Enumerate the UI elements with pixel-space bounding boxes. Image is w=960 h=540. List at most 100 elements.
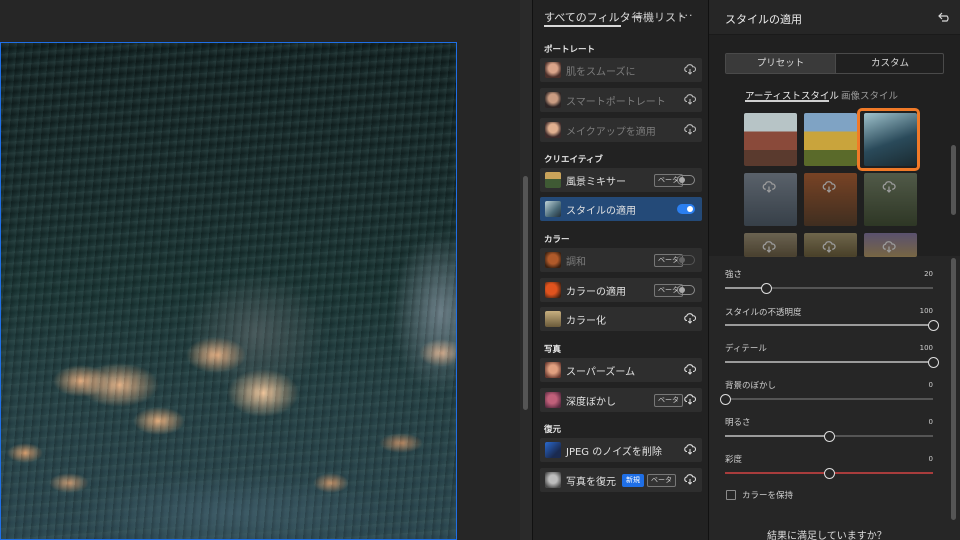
slider-knob-brightness[interactable] — [823, 430, 835, 442]
section-title-color: カラー — [544, 235, 570, 245]
subtab-image-style[interactable]: 画像スタイル — [841, 88, 898, 102]
filter-toggle[interactable] — [677, 175, 695, 185]
slider-label-saturation: 彩度 — [725, 455, 743, 465]
cloud-download-icon[interactable] — [684, 313, 696, 324]
filter-thumbnail — [545, 122, 561, 138]
cloud-download-icon[interactable] — [684, 444, 696, 455]
filter-label: 風景ミキサー — [566, 177, 626, 188]
canvas-area[interactable] — [0, 0, 520, 540]
cloud-download-icon[interactable] — [684, 474, 696, 485]
filter-toggle[interactable] — [677, 255, 695, 265]
satisfaction-question: 結果に満足していますか？ — [767, 531, 887, 540]
slider-knob-saturation[interactable] — [823, 467, 835, 479]
filter-thumbnail — [545, 62, 561, 78]
cloud-download-icon[interactable] — [684, 124, 696, 135]
undo-icon[interactable] — [938, 12, 952, 22]
filter-thumbnail — [545, 172, 561, 188]
cloud-download-icon[interactable] — [684, 364, 696, 375]
filter-landscape-mixer[interactable]: 風景ミキサー ベータ — [540, 168, 702, 192]
filter-thumbnail — [545, 252, 561, 268]
filter-super-zoom[interactable]: スーパーズーム — [540, 358, 702, 382]
segment-custom[interactable]: カスタム — [835, 54, 944, 73]
slider-knob-style-opacity[interactable] — [927, 319, 939, 331]
style-preset-9[interactable] — [864, 233, 917, 257]
beta-badge: ベータ — [647, 474, 676, 487]
settings-scroll-thumb[interactable] — [951, 258, 956, 520]
style-preset-4[interactable] — [744, 173, 797, 226]
tab-all-filters[interactable]: すべてのフィルター — [544, 9, 642, 25]
filter-label: カラーの適用 — [566, 287, 626, 298]
slider-style-opacity[interactable] — [725, 324, 933, 326]
section-title-portrait: ポートレート — [544, 45, 596, 55]
filter-thumbnail — [545, 201, 561, 217]
filter-label: スタイルの適用 — [566, 206, 636, 217]
style-presets-area: プリセット カスタム アーティストスタイル 画像スタイル — [709, 34, 960, 257]
presets-scroll-thumb[interactable] — [951, 145, 956, 215]
filter-harmony[interactable]: 調和 ベータ — [540, 248, 702, 272]
filter-apply-style[interactable]: スタイルの適用 — [540, 197, 702, 221]
filter-depth-blur[interactable]: 深度ぼかし ベータ — [540, 388, 702, 412]
filter-label: 調和 — [566, 257, 586, 268]
style-preset-wheat-field[interactable] — [804, 113, 857, 166]
filter-thumbnail — [545, 92, 561, 108]
filter-jpeg-denoise[interactable]: JPEG のノイズを削除 — [540, 438, 702, 462]
cloud-download-icon — [822, 181, 836, 193]
filter-label: メイクアップを適用 — [566, 127, 656, 138]
style-preset-red-fuji[interactable] — [744, 113, 797, 166]
slider-label-brightness: 明るさ — [725, 418, 751, 428]
style-preset-5[interactable] — [804, 173, 857, 226]
section-title-creative: クリエイティブ — [544, 155, 603, 165]
canvas-image[interactable] — [0, 42, 457, 540]
filter-label: 肌をスムーズに — [566, 67, 636, 78]
cloud-download-icon[interactable] — [684, 94, 696, 105]
slider-strength[interactable] — [725, 287, 933, 289]
style-preset-6[interactable] — [864, 173, 917, 226]
tab-waitlist[interactable]: 待機リスト — [632, 9, 687, 25]
filter-thumbnail — [545, 392, 561, 408]
filter-apply-color[interactable]: カラーの適用 ベータ — [540, 278, 702, 302]
cloud-download-icon — [822, 241, 836, 253]
selected-style-highlight — [857, 108, 920, 171]
cloud-download-icon — [762, 241, 776, 253]
filter-list-scroll-thumb[interactable] — [523, 176, 528, 410]
style-transfer-panel: スタイルの適用 プリセット カスタム アーティストスタイル 画像スタイル 強さ … — [708, 0, 960, 540]
slider-value-strength: 20 — [924, 270, 933, 278]
more-options-button[interactable]: ··· — [680, 9, 694, 22]
painterly-texture — [1, 43, 456, 539]
cloud-download-icon[interactable] — [684, 394, 696, 405]
slider-detail[interactable] — [725, 361, 933, 363]
keep-color-checkbox[interactable] — [726, 490, 736, 500]
filter-colorize[interactable]: カラー化 — [540, 307, 702, 331]
filter-label: JPEG のノイズを削除 — [566, 447, 662, 458]
filter-thumbnail — [545, 311, 561, 327]
slider-value-saturation: 0 — [928, 455, 933, 463]
slider-label-background-blur: 背景のぼかし — [725, 381, 777, 391]
slider-knob-background-blur[interactable] — [719, 393, 731, 405]
slider-knob-detail[interactable] — [927, 356, 939, 368]
filter-label: カラー化 — [566, 316, 606, 327]
style-preset-7[interactable] — [744, 233, 797, 257]
filter-thumbnail — [545, 442, 561, 458]
section-title-photo: 写真 — [544, 345, 562, 355]
slider-value-background-blur: 0 — [928, 381, 933, 389]
filter-apply-makeup[interactable]: メイクアップを適用 — [540, 118, 702, 142]
slider-label-strength: 強さ — [725, 270, 743, 280]
filter-toggle[interactable] — [677, 204, 695, 214]
segment-preset[interactable]: プリセット — [726, 54, 835, 73]
active-tab-underline — [544, 25, 621, 27]
cloud-download-icon — [882, 241, 896, 253]
slider-value-detail: 100 — [919, 344, 933, 352]
slider-background-blur[interactable] — [725, 398, 933, 400]
cloud-download-icon[interactable] — [684, 64, 696, 75]
slider-value-brightness: 0 — [928, 418, 933, 426]
filter-label: スーパーズーム — [566, 367, 636, 378]
cloud-download-icon — [762, 181, 776, 193]
section-title-restore: 復元 — [544, 425, 562, 435]
filter-label: 深度ぼかし — [566, 397, 616, 408]
slider-knob-strength[interactable] — [761, 282, 773, 294]
filter-toggle[interactable] — [677, 285, 695, 295]
style-preset-8[interactable] — [804, 233, 857, 257]
filter-restore-photo[interactable]: 写真を復元 新規 ベータ — [540, 468, 702, 492]
filter-smart-portrait[interactable]: スマートポートレート — [540, 88, 702, 112]
filter-smooth-skin[interactable]: 肌をスムーズに — [540, 58, 702, 82]
